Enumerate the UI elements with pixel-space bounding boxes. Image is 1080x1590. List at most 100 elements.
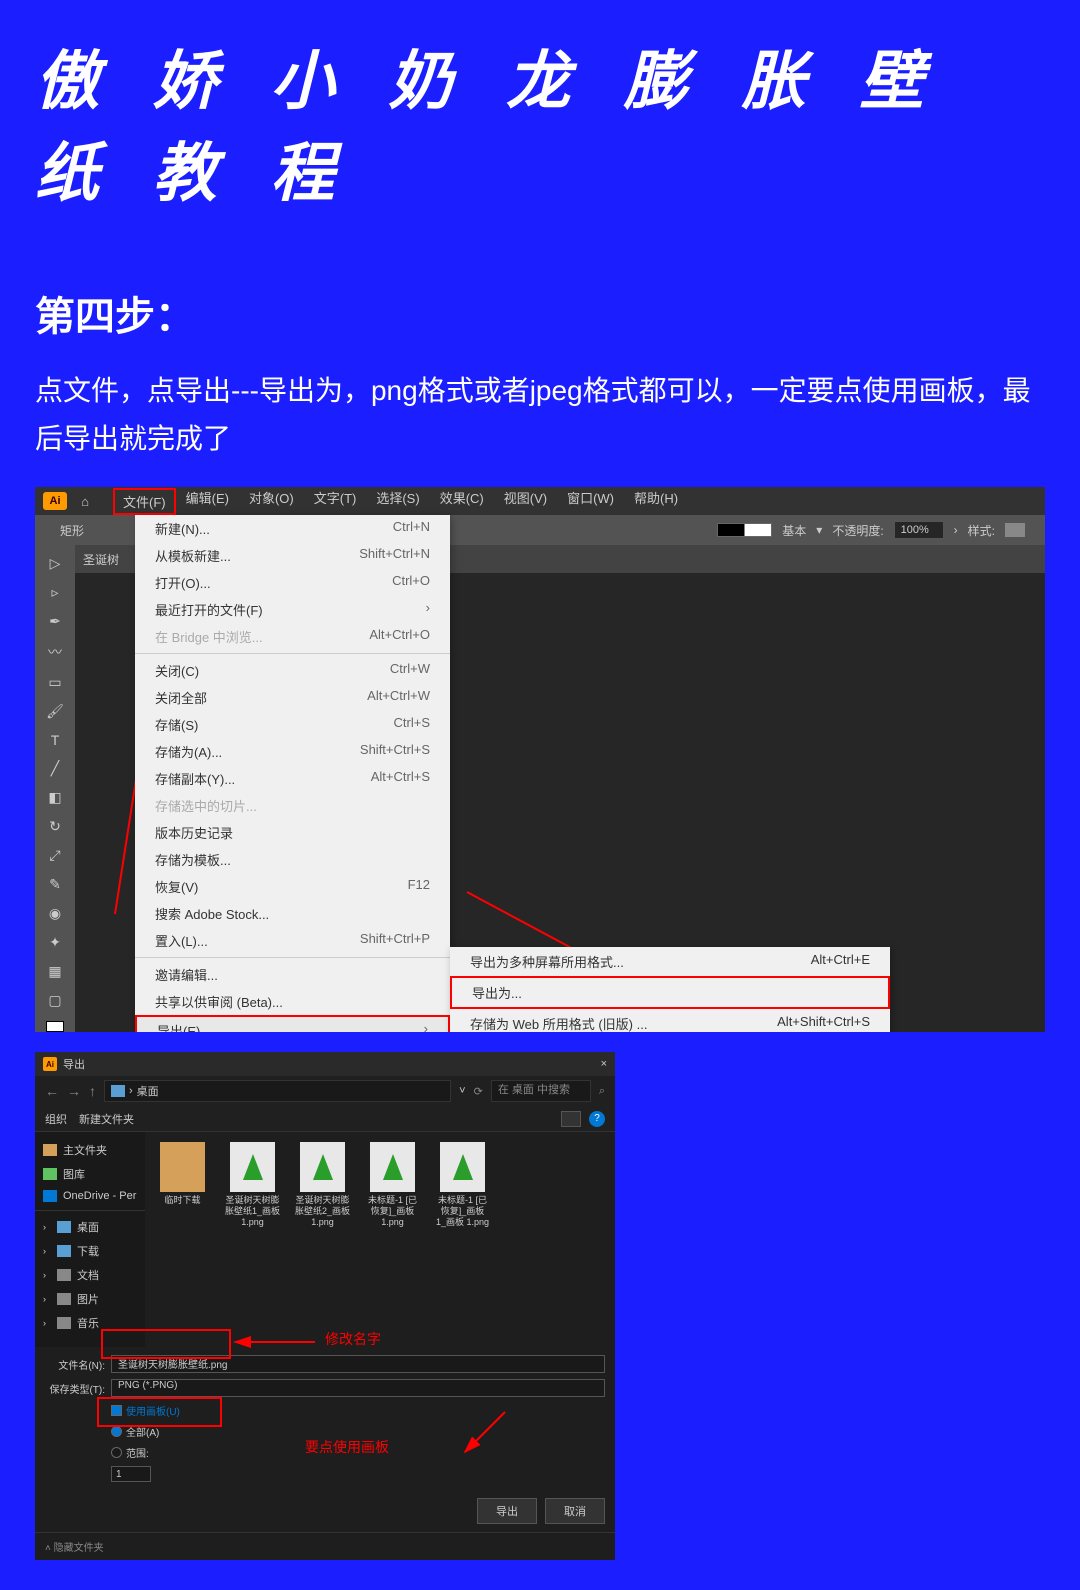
menubar: Ai ⌂ 文件(F)编辑(E)对象(O)文字(T)选择(S)效果(C)视图(V)… xyxy=(35,487,1045,515)
refresh-icon[interactable]: ⟳ xyxy=(474,1085,483,1098)
menu-item[interactable]: 新建(N)...Ctrl+N xyxy=(135,515,450,542)
path-breadcrumb[interactable]: › 桌面 xyxy=(104,1080,451,1102)
eyedropper-tool-icon[interactable]: ✦ xyxy=(45,934,65,951)
menu-item[interactable]: 从模板新建...Shift+Ctrl+N xyxy=(135,542,450,569)
opacity-label: 不透明度: xyxy=(832,522,883,539)
sidebar-item[interactable]: ›下载 xyxy=(35,1239,145,1263)
home-icon[interactable]: ⌂ xyxy=(75,493,95,509)
close-icon[interactable]: × xyxy=(601,1058,607,1070)
dropdown-arrow-icon[interactable]: ▾ xyxy=(816,523,822,537)
new-folder-button[interactable]: 新建文件夹 xyxy=(79,1111,134,1127)
type-tool-icon[interactable]: T xyxy=(45,732,65,748)
menu-item[interactable]: 存储为(A)...Shift+Ctrl+S xyxy=(135,738,450,765)
menu-h[interactable]: 帮助(H) xyxy=(624,488,688,515)
sidebar-item[interactable]: 主文件夹 xyxy=(35,1138,145,1162)
file-item[interactable]: 圣诞树天树膨胀壁纸2_画板 1.png xyxy=(295,1142,350,1227)
dialog-sidebar: 主文件夹图库OneDrive - Per›桌面›下载›文档›图片›音乐 xyxy=(35,1132,145,1347)
illustrator-window: Ai ⌂ 文件(F)编辑(E)对象(O)文字(T)选择(S)效果(C)视图(V)… xyxy=(35,487,1045,1032)
nav-up-icon[interactable]: ↑ xyxy=(89,1083,96,1099)
artboard-tool-icon[interactable]: ▢ xyxy=(45,992,65,1009)
line-tool-icon[interactable]: ╱ xyxy=(45,760,65,777)
gradient-tool-icon[interactable]: ▦ xyxy=(45,963,65,980)
brush-tool-icon[interactable]: 🖌 xyxy=(45,703,65,720)
eraser-tool-icon[interactable]: ◧ xyxy=(45,789,65,806)
menu-w[interactable]: 窗口(W) xyxy=(557,488,624,515)
export-dialog: Ai 导出 × ← → ↑ › 桌面 ˅ ⟳ 在 桌面 中搜索 ⌕ 组织 新建文… xyxy=(35,1052,615,1560)
menu-item[interactable]: 打开(O)...Ctrl+O xyxy=(135,569,450,596)
nav-fwd-icon[interactable]: → xyxy=(67,1083,81,1099)
document-tab[interactable]: 圣诞树 xyxy=(83,551,119,568)
menu-c[interactable]: 效果(C) xyxy=(430,488,494,515)
menu-e[interactable]: 编辑(E) xyxy=(176,488,239,515)
menu-t[interactable]: 文字(T) xyxy=(304,488,367,515)
menu-item[interactable]: 关闭全部Alt+Ctrl+W xyxy=(135,684,450,711)
menu-item[interactable]: 恢复(V)F12 xyxy=(135,873,450,900)
menu-item[interactable]: 邀请编辑... xyxy=(135,961,450,988)
menu-item[interactable]: 关闭(C)Ctrl+W xyxy=(135,657,450,684)
cancel-button[interactable]: 取消 xyxy=(545,1498,605,1524)
submenu-item[interactable]: 导出为多种屏幕所用格式...Alt+Ctrl+E xyxy=(450,947,890,976)
file-item[interactable]: 未标题-1 [已恢复]_画板 1_画板 1.png xyxy=(435,1142,490,1227)
submenu-item[interactable]: 存储为 Web 所用格式 (旧版) ...Alt+Shift+Ctrl+S xyxy=(450,1009,890,1032)
filename-label: 文件名(N): xyxy=(45,1357,105,1372)
tools-panel: ▷ ▹ ✒ 〰 ▭ 🖌 T ╱ ◧ ↻ ⤢ ✎ ◉ ✦ ▦ ▢ xyxy=(35,545,75,1032)
file-item[interactable]: 未标题-1 [已恢复]_画板 1.png xyxy=(365,1142,420,1227)
menu-item: 存储选中的切片... xyxy=(135,792,450,819)
rotate-tool-icon[interactable]: ↻ xyxy=(45,818,65,835)
menu-s[interactable]: 选择(S) xyxy=(366,488,429,515)
menu-v[interactable]: 视图(V) xyxy=(494,488,557,515)
view-mode-icon[interactable] xyxy=(561,1111,581,1127)
menu-item[interactable]: 存储(S)Ctrl+S xyxy=(135,711,450,738)
file-item[interactable]: 临时下载 xyxy=(155,1142,210,1206)
shape-label: 矩形 xyxy=(60,522,84,539)
file-item[interactable]: 圣诞树天树膨胀壁纸1_画板 1.png xyxy=(225,1142,280,1227)
menu-item[interactable]: 置入(L)...Shift+Ctrl+P xyxy=(135,927,450,954)
style-swatch[interactable] xyxy=(1005,523,1025,537)
dialog-title: 导出 xyxy=(63,1056,85,1072)
menu-item[interactable]: 存储为模板... xyxy=(135,846,450,873)
stroke-swatch[interactable] xyxy=(717,523,772,537)
menu-item[interactable]: 最近打开的文件(F)› xyxy=(135,596,450,623)
range-all-radio[interactable] xyxy=(111,1426,122,1437)
filetype-select[interactable]: PNG (*.PNG) xyxy=(111,1379,605,1397)
dropdown-arrow-icon[interactable]: › xyxy=(954,523,958,537)
opacity-value[interactable]: 100% xyxy=(894,521,944,539)
menu-f[interactable]: 文件(F) xyxy=(113,488,176,515)
menu-item[interactable]: 搜索 Adobe Stock... xyxy=(135,900,450,927)
organize-button[interactable]: 组织 xyxy=(45,1111,67,1127)
fill-swatch-icon[interactable] xyxy=(46,1021,64,1032)
scale-tool-icon[interactable]: ⤢ xyxy=(45,847,65,864)
sidebar-item[interactable]: ›文档 xyxy=(35,1263,145,1287)
range-label: 范围: xyxy=(126,1445,149,1460)
dropdown-icon[interactable]: ˅ xyxy=(459,1085,465,1097)
sidebar-item[interactable]: ›图片 xyxy=(35,1287,145,1311)
width-tool-icon[interactable]: ✎ xyxy=(45,876,65,893)
menu-o[interactable]: 对象(O) xyxy=(239,488,304,515)
menu-item[interactable]: 存储副本(Y)...Alt+Ctrl+S xyxy=(135,765,450,792)
rectangle-tool-icon[interactable]: ▭ xyxy=(45,674,65,691)
help-icon[interactable]: ? xyxy=(589,1111,605,1127)
sidebar-item[interactable]: ›桌面 xyxy=(35,1215,145,1239)
ai-logo-icon: Ai xyxy=(43,1057,57,1071)
menu-item[interactable]: 共享以供审阅 (Beta)... xyxy=(135,988,450,1015)
search-icon[interactable]: ⌕ xyxy=(599,1085,605,1098)
nav-back-icon[interactable]: ← xyxy=(45,1083,59,1099)
hide-folders-toggle[interactable]: ˄ xyxy=(45,1543,54,1554)
search-input[interactable]: 在 桌面 中搜索 xyxy=(491,1080,591,1102)
sidebar-item[interactable]: OneDrive - Per xyxy=(35,1186,145,1206)
ai-logo: Ai xyxy=(43,492,67,510)
range-input[interactable] xyxy=(111,1466,151,1482)
shape-builder-icon[interactable]: ◉ xyxy=(45,905,65,922)
menu-item[interactable]: 版本历史记录 xyxy=(135,819,450,846)
dialog-titlebar: Ai 导出 × xyxy=(35,1052,615,1076)
submenu-item[interactable]: 导出为... xyxy=(450,976,890,1009)
sidebar-item[interactable]: 图库 xyxy=(35,1162,145,1186)
curvature-tool-icon[interactable]: 〰 xyxy=(45,642,65,662)
selection-tool-icon[interactable]: ▷ xyxy=(45,555,65,572)
export-button[interactable]: 导出 xyxy=(477,1498,537,1524)
direct-select-tool-icon[interactable]: ▹ xyxy=(45,584,65,601)
file-grid[interactable]: 临时下载圣诞树天树膨胀壁纸1_画板 1.png 圣诞树天树膨胀壁纸2_画板 1.p… xyxy=(145,1132,615,1347)
menu-item[interactable]: 导出(E)› xyxy=(135,1015,450,1032)
pen-tool-icon[interactable]: ✒ xyxy=(45,613,65,630)
range-range-radio[interactable] xyxy=(111,1447,122,1458)
